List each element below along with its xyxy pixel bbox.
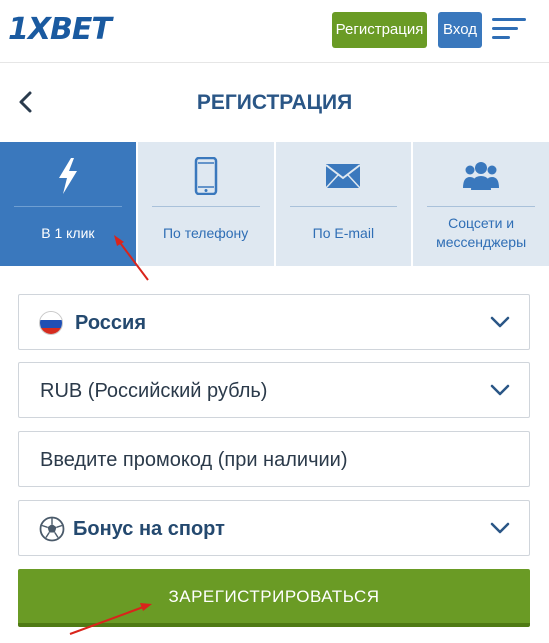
tab-by-phone[interactable]: По телефону [138,142,276,266]
title-bar: РЕГИСТРАЦИЯ [0,62,549,142]
chevron-down-icon [490,384,510,396]
tab-divider [151,206,260,207]
tab-by-email[interactable]: По E-mail [276,142,414,266]
annotation-arrow-icon [69,603,152,635]
registration-form: Россия RUB (Российский рубль) Введите пр… [0,266,549,643]
soccer-ball-icon [39,516,65,542]
annotation-arrow-icon [114,235,149,281]
tab-label: По E-mail [312,225,375,241]
page-title: РЕГИСТРАЦИЯ [196,91,353,114]
envelope-icon [325,164,361,189]
promo-code-input[interactable]: Введите промокод (при наличии) [18,431,530,487]
brand-logo[interactable]: 1XBET [8,12,112,47]
tab-label-line2: мессенджеры [436,234,527,250]
chevron-down-icon [490,522,510,534]
tab-divider [289,206,398,207]
country-value: Россия [75,312,147,334]
hamburger-icon[interactable] [492,18,526,42]
tab-label: По телефону [162,225,249,241]
bonus-value: Бонус на спорт [73,518,225,540]
russia-flag-icon [39,311,63,335]
tab-divider [427,206,535,207]
promo-code-placeholder: Введите промокод (при наличии) [40,449,348,471]
tab-divider [14,206,122,207]
lightning-icon [58,158,77,194]
country-select[interactable]: Россия [18,294,530,350]
register-button[interactable]: Регистрация [332,12,427,48]
top-header: 1XBET Регистрация Вход [0,0,549,62]
chevron-down-icon [490,316,510,328]
currency-value: RUB (Российский рубль) [40,380,268,402]
registration-method-tabs: В 1 клик По телефону По E-mail Соцсети и… [0,142,549,266]
login-button[interactable]: Вход [438,12,482,48]
tab-social-messengers[interactable]: Соцсети и мессенджеры [413,142,549,266]
tab-label: Соцсети и мессенджеры [417,214,545,252]
tab-label-line1: Соцсети и [448,215,515,231]
phone-icon [194,157,217,195]
users-icon [463,162,500,190]
bonus-select[interactable]: Бонус на спорт [18,500,530,556]
currency-select[interactable]: RUB (Российский рубль) [18,362,530,418]
